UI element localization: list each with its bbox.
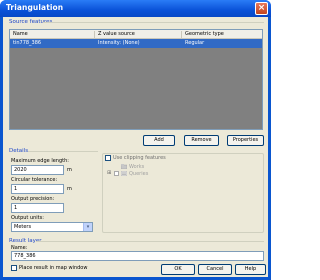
output-units-label: Output units:: [11, 215, 44, 221]
folder-icon: [120, 164, 128, 170]
list-header: Name Z value source Geometric type: [10, 30, 262, 39]
column-separator: [181, 31, 182, 38]
remove-button[interactable]: Remove: [184, 135, 219, 146]
circular-tolerance-unit: m: [67, 186, 72, 192]
column-header-z-value-source[interactable]: Z value source: [98, 31, 135, 37]
cell-geometric-type: Regular: [185, 40, 205, 46]
ok-button[interactable]: OK: [161, 264, 195, 275]
output-precision-label: Output precision:: [11, 196, 55, 202]
cell-z-value-source: Intensity: (None): [98, 40, 140, 46]
query-icon: [120, 170, 128, 177]
cell-name: tin778_386: [13, 40, 42, 46]
source-features-list[interactable]: Name Z value source Geometric type tin77…: [9, 29, 263, 130]
triangulation-dialog: Triangulation × Source features Name Z v…: [0, 0, 271, 280]
circular-tolerance-field[interactable]: 1: [11, 184, 64, 194]
source-features-divider: [43, 22, 264, 23]
tree-item-queries[interactable]: Queries: [129, 171, 148, 177]
help-button[interactable]: Help: [235, 264, 266, 275]
properties-button[interactable]: Properties: [227, 135, 264, 146]
window-title: Triangulation: [6, 3, 64, 12]
cancel-button[interactable]: Cancel: [198, 264, 232, 275]
output-units-select[interactable]: Meters ▾: [11, 222, 93, 232]
chevron-down-icon[interactable]: ▾: [83, 223, 92, 231]
title-bar[interactable]: Triangulation ×: [0, 0, 271, 17]
use-clipping-label[interactable]: Use clipping features: [113, 155, 166, 161]
column-header-geometric-type[interactable]: Geometric type: [185, 31, 224, 37]
details-divider: [28, 151, 98, 152]
output-precision-field[interactable]: 1: [11, 203, 64, 213]
result-layer-divider: [36, 241, 264, 242]
max-edge-length-unit: m: [67, 167, 72, 173]
use-clipping-checkbox[interactable]: [105, 155, 111, 161]
details-group-label: Details: [9, 148, 29, 154]
tree-item-works[interactable]: Works: [129, 164, 144, 170]
close-button[interactable]: ×: [255, 2, 268, 15]
expand-plus-icon[interactable]: ⊞: [107, 170, 111, 176]
circular-tolerance-label: Circular tolerance:: [11, 177, 58, 183]
dialog-body: Source features Name Z value source Geom…: [3, 17, 268, 277]
queries-checkbox[interactable]: [114, 171, 119, 176]
output-units-value: Meters: [14, 224, 32, 230]
column-header-name[interactable]: Name: [13, 31, 28, 37]
column-separator: [94, 31, 95, 38]
add-button[interactable]: Add: [143, 135, 175, 146]
max-edge-length-label: Maximum edge length:: [11, 158, 69, 164]
result-name-field[interactable]: 778_386: [11, 251, 264, 261]
list-item[interactable]: tin778_386 Intensity: (None) Regular: [10, 39, 262, 48]
max-edge-length-field[interactable]: 2020: [11, 165, 64, 175]
place-in-map-checkbox[interactable]: [11, 265, 17, 271]
place-in-map-label[interactable]: Place result in map window: [19, 265, 87, 271]
